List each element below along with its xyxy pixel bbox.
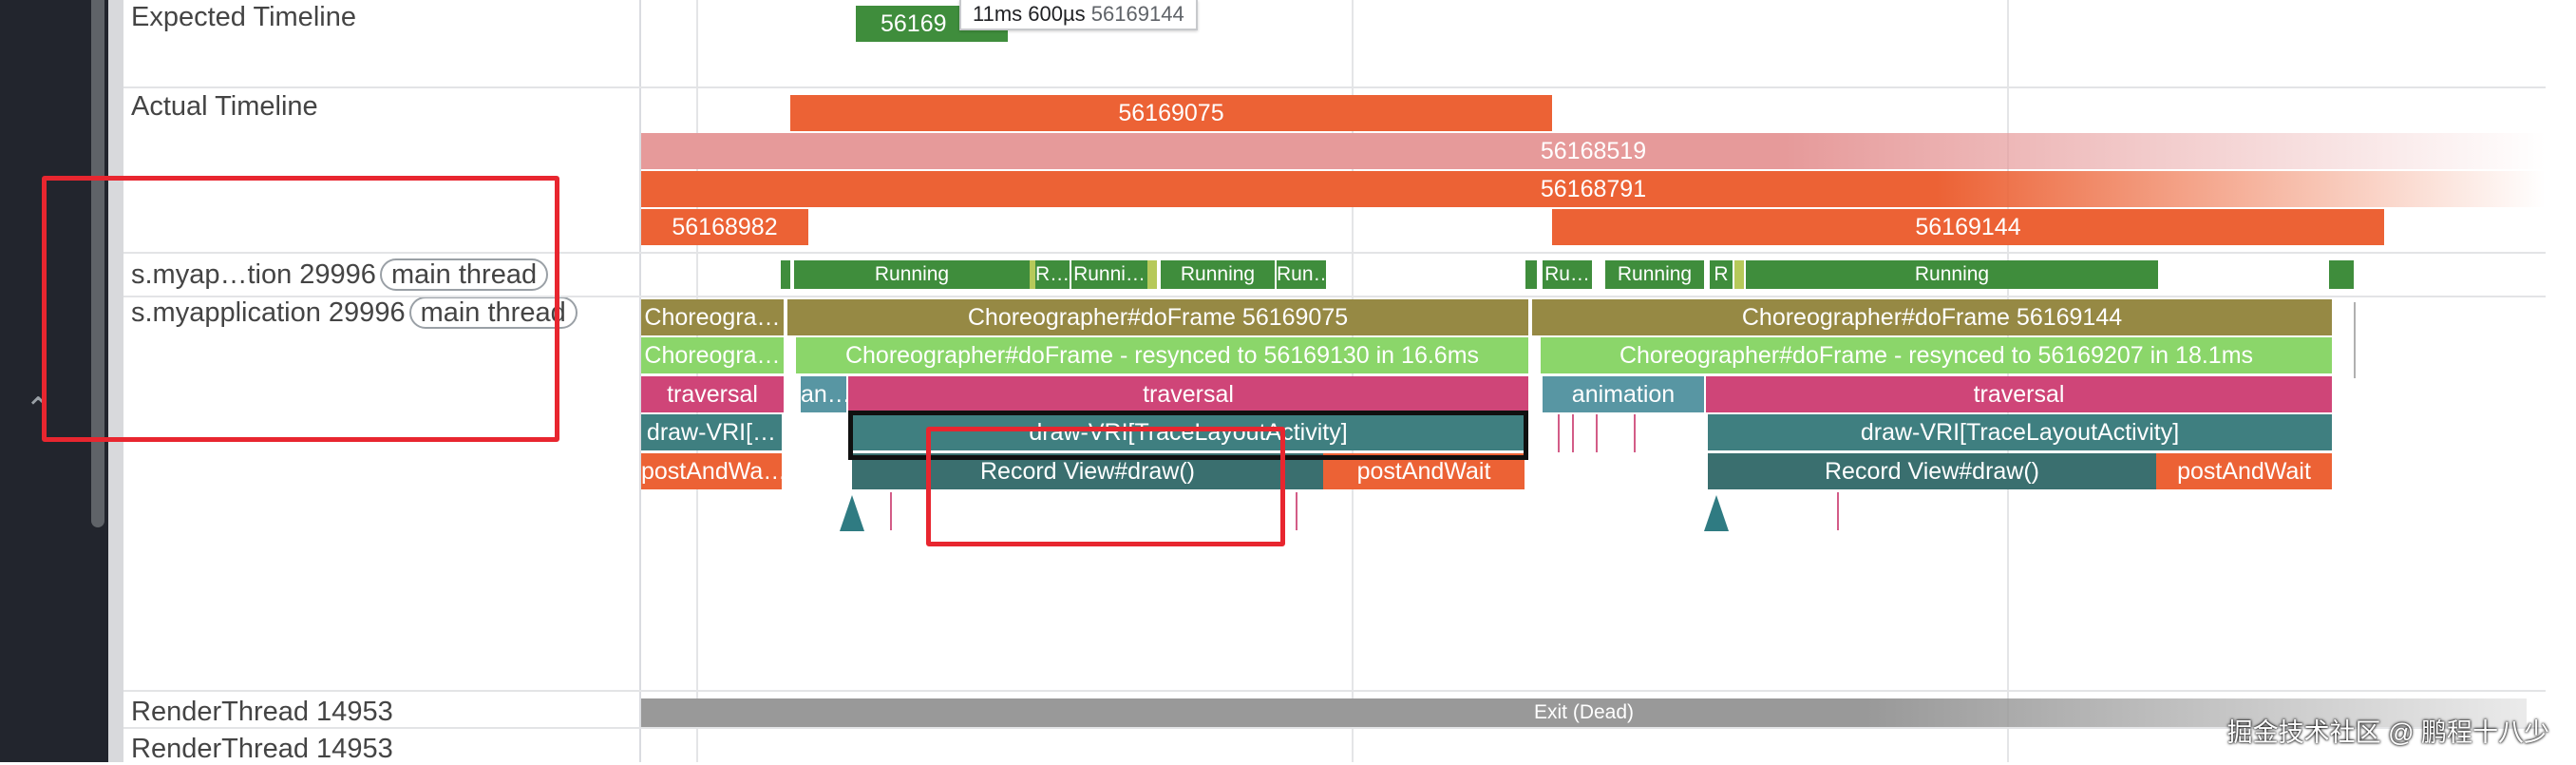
frame-slice[interactable]: draw-VRI[TraceLayoutActivity] [1708,414,2332,450]
event-tick [1558,414,1560,452]
event-tick [1596,414,1598,452]
track-label-actual-timeline[interactable]: Actual Timeline [131,91,318,123]
thread-state-slice[interactable]: R… [1035,260,1070,289]
thread-state-slice[interactable] [1734,260,1744,289]
frame-slice[interactable]: postAndWait [2156,453,2332,489]
thread-state-slice[interactable]: Runni… [1071,260,1147,289]
tooltip-duration: 11ms 600µs [973,2,1086,26]
frame-slice[interactable]: animation [1543,376,1704,412]
thread-state-slice[interactable]: Run… [1277,260,1326,289]
frame-slice[interactable]: an… [801,376,846,412]
track-label-text: RenderThread 14953 [131,697,393,727]
thread-state-slice[interactable]: Running [1605,260,1704,289]
frame-slice[interactable]: Choreographer#doFrame 56169144 [1532,299,2332,335]
track-label-expected-timeline[interactable]: Expected Timeline [131,2,356,33]
annotation-box [42,176,559,442]
frame-slice[interactable]: traversal [1706,376,2332,412]
event-tick [1572,414,1574,452]
actual-frame-slice[interactable]: 56169144 [1552,209,2384,245]
thread-state-slice[interactable]: Ru… [1543,260,1592,289]
frame-slice[interactable]: Record View#draw() [1708,453,2156,489]
event-tick [890,492,892,530]
thread-state-slice[interactable]: Running [1746,260,2158,289]
frame-slice[interactable]: postAndWa… [641,453,782,489]
frame-slice[interactable]: Choreogra… [641,299,784,335]
flow-arrow-icon[interactable] [1704,495,1729,531]
thread-state-slice[interactable] [2329,260,2354,289]
frame-slice[interactable]: draw-VRI[… [641,414,782,450]
event-tick [1837,492,1839,530]
event-tick [1296,492,1297,530]
track-label-text: Expected Timeline [131,2,356,32]
thread-state-slice[interactable] [1525,260,1537,289]
track-separator [123,727,2546,729]
track-separator [123,690,2546,692]
frame-slice[interactable]: Choreographer#doFrame 56169075 [787,299,1528,335]
thread-state-slice[interactable]: R [1710,260,1733,289]
watermark: 掘金技术社区 @ 鹏程十八少 [2226,718,2549,747]
frame-slice[interactable]: Choreographer#doFrame - resynced to 5616… [796,337,1528,373]
thread-state-slice[interactable] [1147,260,1157,289]
track-separator [123,86,2546,88]
thread-state-slice[interactable]: Running [1161,260,1275,289]
track-label-text: RenderThread 14953 [131,734,393,764]
thread-state-slice[interactable]: Running [794,260,1030,289]
actual-frame-slice[interactable]: 56169075 [790,95,1552,131]
annotation-box [926,427,1285,546]
thread-state-slice[interactable] [781,260,790,289]
actual-frame-slice[interactable]: 56168791 [641,171,2546,207]
frame-slice[interactable]: Choreographer#doFrame - resynced to 5616… [1541,337,2332,373]
track-label-renderthread-2[interactable]: RenderThread 14953 [131,734,393,765]
actual-frame-slice[interactable]: 56168982 [641,209,808,245]
slice-tooltip: 11ms 600µs 56169144 [959,0,1198,30]
tooltip-id: 56169144 [1090,2,1184,26]
track-label-text: Actual Timeline [131,91,318,122]
frame-slice[interactable]: traversal [848,376,1528,412]
flow-arrow-icon[interactable] [840,495,864,531]
frame-slice[interactable]: Choreogra… [641,337,784,373]
track-label-renderthread[interactable]: RenderThread 14953 [131,697,393,728]
event-tick [1634,414,1636,452]
frame-slice[interactable]: traversal [641,376,784,412]
event-tick [2354,302,2356,378]
actual-frame-slice[interactable]: 56168519 [641,133,2546,169]
